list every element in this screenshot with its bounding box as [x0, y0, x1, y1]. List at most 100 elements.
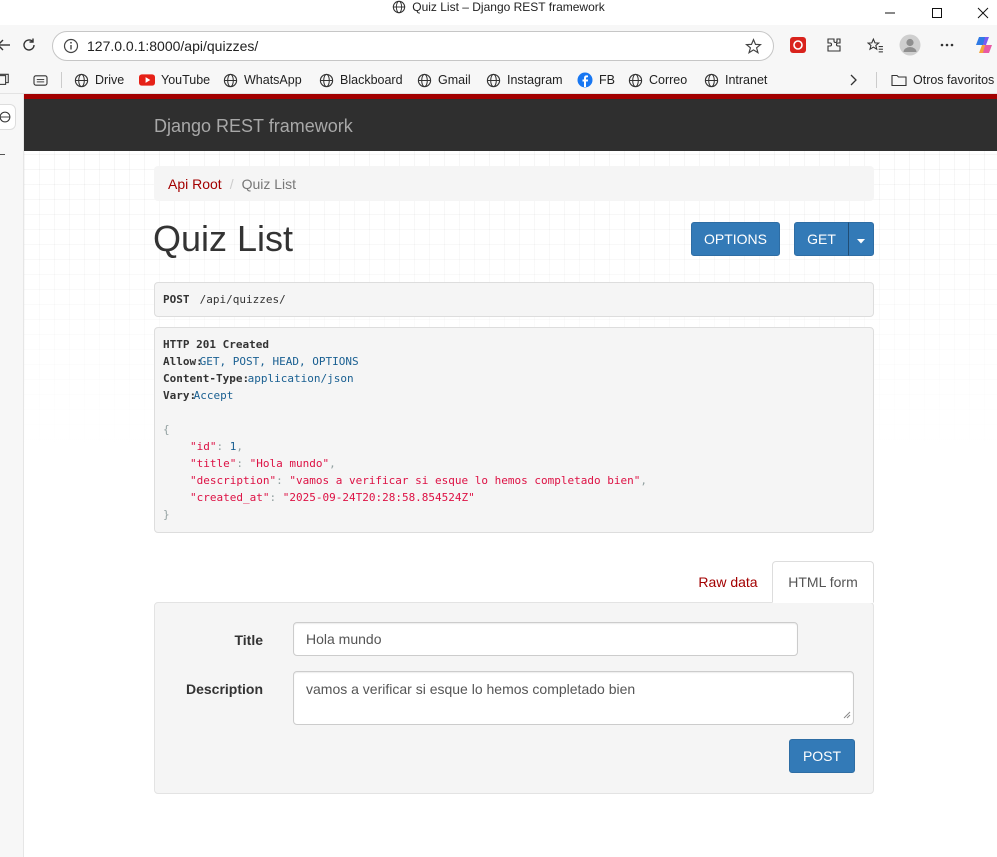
- request-path: /api/quizzes/: [193, 293, 286, 306]
- window-titlebar: Quiz List – Django REST framework: [0, 0, 997, 25]
- get-dropdown-toggle[interactable]: [848, 222, 874, 256]
- breadcrumb-current: Quiz List: [241, 176, 297, 192]
- bookmark-label: Correo: [649, 73, 688, 87]
- response-status: HTTP 201 Created: [163, 338, 269, 351]
- star-icon[interactable]: [744, 38, 763, 60]
- json-value: "2025-09-24T20:28:58.854524Z": [282, 491, 475, 504]
- site-info-icon[interactable]: [63, 38, 79, 59]
- description-label: Description: [185, 681, 263, 697]
- response-header-value: Accept: [187, 389, 234, 402]
- drf-brand[interactable]: Django REST framework: [154, 116, 353, 137]
- globe-icon: [73, 72, 89, 88]
- folder-icon: [891, 72, 907, 88]
- json-value: "vamos a verificar si esque lo hemos com…: [289, 474, 641, 487]
- title-input-value: Hola mundo: [306, 631, 382, 647]
- options-button-label: OPTIONS: [703, 231, 767, 247]
- tab-html-form-label: HTML form: [788, 574, 858, 590]
- profile-avatar-icon[interactable]: [898, 33, 922, 57]
- json-open-brace: {: [163, 423, 170, 436]
- globe-icon: [318, 72, 334, 88]
- json-close-brace: }: [163, 508, 170, 521]
- other-favorites-label: Otros favoritos: [913, 73, 995, 87]
- bookmark-intranet[interactable]: Intranet: [703, 72, 767, 88]
- bookmark-tabs-icon[interactable]: [0, 72, 17, 88]
- title-input[interactable]: Hola mundo: [293, 622, 798, 656]
- tab-html-form[interactable]: HTML form: [772, 561, 874, 603]
- browser-toolbar: 127.0.0.1:8000/api/quizzes/: [0, 25, 997, 66]
- page-title: Quiz List: [153, 218, 294, 259]
- bookmark-youtube[interactable]: YouTube: [139, 72, 210, 88]
- json-field: "id": 1,: [190, 440, 243, 453]
- bookmarks-divider: [61, 72, 62, 88]
- bookmark-blackboard[interactable]: Blackboard: [318, 72, 403, 88]
- description-textarea[interactable]: vamos a verificar si esque lo hemos comp…: [293, 671, 854, 725]
- globe-icon: [485, 72, 501, 88]
- get-button-label: GET: [807, 231, 836, 247]
- title-label: Title: [234, 632, 263, 648]
- bookmark-fb[interactable]: FB: [577, 72, 615, 88]
- bookmark-label: Intranet: [725, 73, 768, 87]
- json-key: "description": [190, 474, 277, 487]
- address-bar[interactable]: 127.0.0.1:8000/api/quizzes/: [52, 31, 774, 61]
- bookmark-drive[interactable]: Drive: [73, 72, 124, 88]
- globe-icon: [703, 72, 719, 88]
- favorites-icon[interactable]: [863, 33, 887, 57]
- bookmark-label: FB: [599, 73, 615, 87]
- bookmark-label: YouTube: [161, 73, 211, 87]
- breadcrumb: Api Root / Quiz List: [154, 166, 874, 201]
- tab-raw-data[interactable]: Raw data: [688, 561, 768, 603]
- options-button[interactable]: OPTIONS: [691, 222, 780, 256]
- json-key: "id": [190, 440, 217, 453]
- close-window-button[interactable]: [960, 0, 997, 25]
- bookmarks-bar: Drive YouTube WhatsApp Blackboard Gmail …: [0, 66, 997, 94]
- bookmarks-overflow-chevron-icon[interactable]: [848, 72, 858, 88]
- copilot-icon[interactable]: [972, 33, 996, 57]
- response-header-value: GET, POST, HEAD, OPTIONS: [193, 355, 359, 368]
- globe-icon: [222, 72, 238, 88]
- side-rail-globe-icon[interactable]: [0, 104, 16, 130]
- resize-handle-icon[interactable]: [843, 706, 851, 722]
- tab-raw-data-label: Raw data: [698, 574, 758, 590]
- window-title: Quiz List – Django REST framework: [412, 0, 605, 14]
- facebook-icon: [577, 72, 593, 88]
- description-textarea-value: vamos a verificar si esque lo hemos comp…: [306, 681, 636, 697]
- globe-icon: [416, 72, 432, 88]
- json-field: "description": "vamos a verificar si esq…: [190, 474, 647, 487]
- reload-icon[interactable]: [17, 33, 41, 57]
- extensions-icon[interactable]: [822, 33, 846, 57]
- bookmark-label: Blackboard: [340, 73, 403, 87]
- other-favorites[interactable]: Otros favoritos: [891, 72, 994, 88]
- bookmark-whatsapp[interactable]: WhatsApp: [222, 72, 302, 88]
- globe-icon: [392, 0, 406, 17]
- bookmark-label: WhatsApp: [244, 73, 302, 87]
- more-menu-icon[interactable]: [935, 33, 959, 57]
- bookmark-reading-icon[interactable]: [32, 72, 54, 88]
- youtube-icon: [139, 72, 155, 88]
- bookmark-correo[interactable]: Correo: [627, 72, 687, 88]
- bookmark-instagram[interactable]: Instagram: [485, 72, 563, 88]
- bookmarks-divider: [876, 72, 877, 88]
- html-form-panel: Title Hola mundo Description vamos a ver…: [154, 602, 874, 794]
- caret-down-icon: [857, 231, 865, 247]
- post-button[interactable]: POST: [789, 739, 855, 773]
- page-viewport: Django REST framework Api Root / Quiz List…: [24, 94, 997, 857]
- breadcrumb-api-root[interactable]: Api Root: [168, 176, 222, 192]
- bookmark-gmail[interactable]: Gmail: [416, 72, 471, 88]
- response-header-name: Content-Type:: [163, 372, 250, 385]
- breadcrumb-separator: /: [229, 176, 234, 192]
- json-field: "created_at": "2025-09-24T20:28:58.85452…: [190, 491, 475, 504]
- request-info: POST /api/quizzes/: [154, 282, 874, 317]
- bookmark-label: Drive: [95, 73, 125, 87]
- json-field: "title": "Hola mundo",: [190, 457, 336, 470]
- window-title-container: Quiz List – Django REST framework: [0, 0, 997, 17]
- maximize-button[interactable]: [914, 0, 960, 25]
- get-button[interactable]: GET: [794, 222, 849, 256]
- side-rail-divider: [0, 154, 5, 155]
- json-value: "Hola mundo": [249, 457, 330, 470]
- address-url[interactable]: 127.0.0.1:8000/api/quizzes/: [87, 38, 258, 54]
- minimize-button[interactable]: [867, 0, 913, 25]
- bookmark-label: Gmail: [438, 73, 471, 87]
- back-icon[interactable]: [0, 33, 16, 57]
- json-key: "created_at": [190, 491, 270, 504]
- extension-red-icon[interactable]: [786, 33, 810, 57]
